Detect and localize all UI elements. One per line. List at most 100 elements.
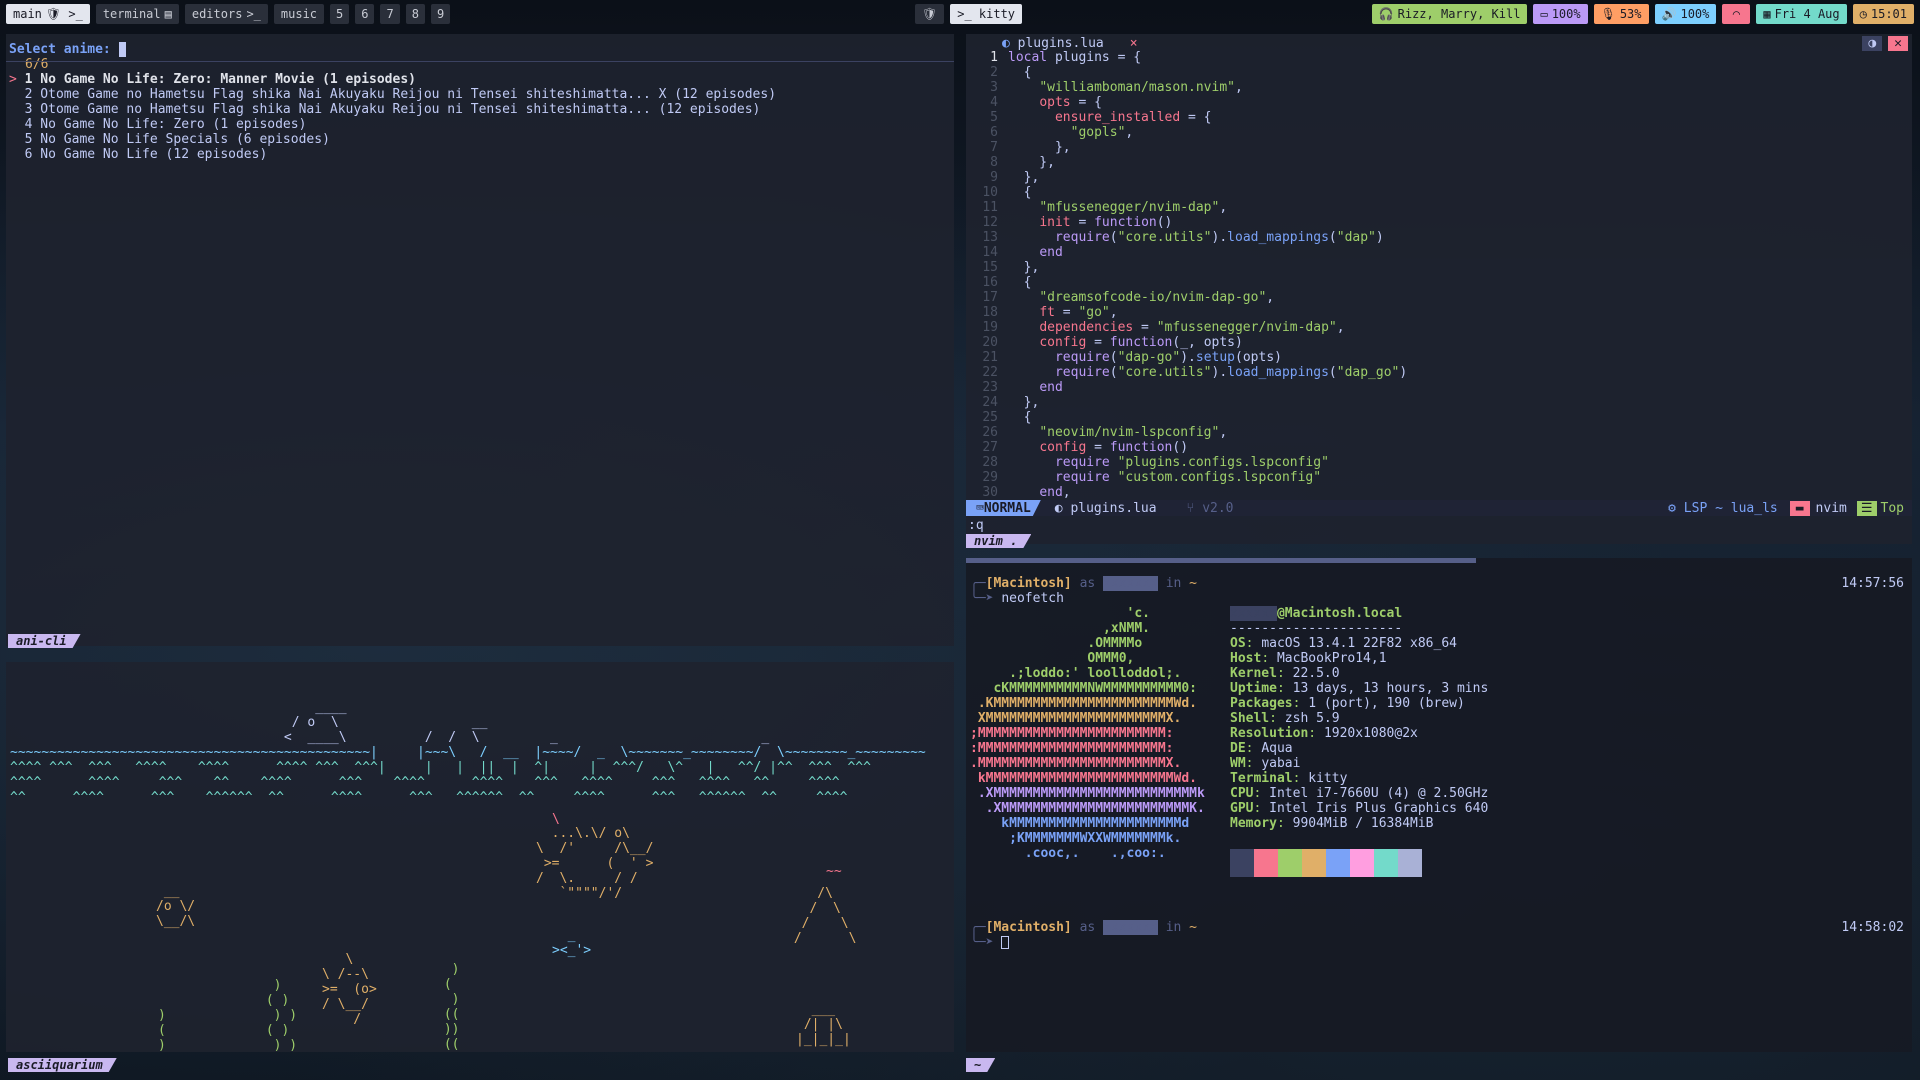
code-text: ft = "go", <box>1039 305 1118 320</box>
workspace-5[interactable]: 5 <box>330 4 350 24</box>
code-line[interactable]: 28 require "plugins.configs.lspconfig" <box>966 455 1407 470</box>
code-line[interactable]: 9 }, <box>966 170 1407 185</box>
date-status[interactable]: ▦ Fri 4 Aug <box>1756 4 1847 24</box>
close-icon[interactable]: ✕ <box>1888 35 1908 51</box>
theme-toggle-icon[interactable]: ◑ <box>1862 35 1883 51</box>
info-row: GPU: Intel Iris Plus Graphics 640 <box>1230 801 1489 816</box>
battery-status[interactable]: ▭ 100% <box>1533 4 1588 24</box>
workspace-6[interactable]: 6 <box>355 4 375 24</box>
code-line[interactable]: 30 end, <box>966 485 1407 500</box>
list-item[interactable]: 4 No Game No Life: Zero (1 episodes) <box>9 117 776 132</box>
code-line[interactable]: 4 opts = { <box>966 95 1407 110</box>
code-line[interactable]: 18 ft = "go", <box>966 305 1407 320</box>
list-item[interactable]: 2 Otome Game no Hametsu Flag shika Nai A… <box>9 87 776 102</box>
crab-top: ~~ <box>826 864 842 879</box>
active-app-kitty[interactable]: >_ kitty <box>950 4 1023 24</box>
info-value: 1 (port), 190 (brew) <box>1308 696 1465 711</box>
code-line[interactable]: 3 "williamboman/mason.nvim", <box>966 80 1407 95</box>
pane-scroll-indicator <box>966 558 1476 563</box>
workspace-editors[interactable]: editors >_ <box>184 4 268 24</box>
code-text: require("core.utils").load_mappings("dap… <box>1054 230 1384 245</box>
list-item-label: 5 No Game No Life Specials (6 episodes) <box>24 132 330 147</box>
code-line[interactable]: 21 require("dap-go").setup(opts) <box>966 350 1407 365</box>
seaweed-1: ) ( ) <box>158 1008 166 1052</box>
ani-cli-content: Select anime: 6/6 > 1 No Game No Life: Z… <box>9 42 776 162</box>
ani-cli-pane[interactable]: Select anime: 6/6 > 1 No Game No Life: Z… <box>6 34 954 646</box>
code-line[interactable]: 24 }, <box>966 395 1407 410</box>
ani-count: 6/6 <box>25 57 49 72</box>
nvim-buffer[interactable]: 1 local plugins = {2 {3 "williamboman/mas… <box>966 50 1407 500</box>
input-line[interactable]: ╰─➤ <box>970 935 1010 950</box>
code-line[interactable]: 14 end <box>966 245 1407 260</box>
workspace-music[interactable]: music <box>273 4 325 24</box>
line-number: 13 <box>982 230 998 245</box>
workspace-terminal[interactable]: terminal ▤ <box>95 4 179 24</box>
volume-status[interactable]: 🔊 100% <box>1654 4 1717 24</box>
command-text: neofetch <box>1001 591 1064 606</box>
code-line[interactable]: 6 "gopls", <box>966 125 1407 140</box>
list-item[interactable]: 6 No Game No Life (12 episodes) <box>9 147 776 162</box>
bluetooth-status[interactable]: 🎧 Rizz, Marry, Kill <box>1371 4 1528 24</box>
code-line[interactable]: 29 require "custom.configs.lspconfig" <box>966 470 1407 485</box>
code-line[interactable]: 5 ensure_installed = { <box>966 110 1407 125</box>
logo-line: OMMM0, <box>970 651 1135 666</box>
code-line[interactable]: 16 { <box>966 275 1407 290</box>
code-line[interactable]: 13 require("core.utils").load_mappings("… <box>966 230 1407 245</box>
time-status[interactable]: ◷ 15:01 <box>1852 4 1914 24</box>
code-line[interactable]: 20 config = function(_, opts) <box>966 335 1407 350</box>
code-line[interactable]: 19 dependencies = "mfussenegger/nvim-dap… <box>966 320 1407 335</box>
close-tab-button[interactable]: × <box>1130 36 1138 51</box>
list-item[interactable]: > 1 No Game No Life: Zero: Manner Movie … <box>9 72 776 87</box>
workspace-8[interactable]: 8 <box>405 4 425 24</box>
tab-plugins-lua[interactable]: ◐ plugins.lua <box>966 36 1112 51</box>
asciiquarium-pane[interactable]: ____ / o \ __ < ____\ / / \ _ _ ~~~~~~~~~… <box>6 662 954 1052</box>
vim-icon: ⌨ <box>976 500 984 516</box>
nvim-pane[interactable]: ◐ plugins.lua × ◑ ✕ 1 local plugins = {2 … <box>966 34 1912 544</box>
wifi-status[interactable]: ◠ <box>1722 4 1751 24</box>
shield-icon[interactable]: 🛡 <box>915 4 945 24</box>
code-text: require "custom.configs.lspconfig" <box>1054 470 1322 485</box>
code-line[interactable]: 22 require("core.utils").load_mappings("… <box>966 365 1407 380</box>
code-line[interactable]: 8 }, <box>966 155 1407 170</box>
list-item[interactable]: 5 No Game No Life Specials (6 episodes) <box>9 132 776 147</box>
logo-line: .;loddo:' loolloddol;. <box>970 666 1182 681</box>
logo-line: kMMMMMMMMMMMMMMMMMMMMMMMMWd. <box>970 771 1197 786</box>
code-text: config = function() <box>1039 440 1189 455</box>
nvim-cmdline[interactable]: :q <box>968 518 984 533</box>
code-line[interactable]: 15 }, <box>966 260 1407 275</box>
water-line: ^^^^ ^^^^ ^^^ ^^ ^^^^ ^^^ ^^^^ ^^^^ ^^^ … <box>10 775 840 790</box>
logo-line: ;KMMMMMMMWXXWMMMMMMMk. <box>970 831 1182 846</box>
list-item[interactable]: 3 Otome Game no Hametsu Flag shika Nai A… <box>9 102 776 117</box>
code-line[interactable]: 11 "mfussenegger/nvim-dap", <box>966 200 1407 215</box>
info-row: Host: MacBookPro14,1 <box>1230 651 1387 666</box>
nvim-statusline: ⌨ NORMAL ◐ plugins.lua ⑂ v2.0 ⚙ LSP ~ lu… <box>966 500 1912 516</box>
apple-logo-ascii: 'c. ,xNMM. .OMMMMo OMMM0, .;loddo:' lool… <box>970 606 1205 861</box>
divider <box>6 61 954 62</box>
line-number: 28 <box>982 455 998 470</box>
workspace-9[interactable]: 9 <box>430 4 451 24</box>
info-row: CPU: Intel i7-7660U (4) @ 2.50GHz <box>1230 786 1489 801</box>
code-line[interactable]: 26 "neovim/nvim-lspconfig", <box>966 425 1407 440</box>
line-number: 5 <box>990 110 998 125</box>
info-key: Resolution <box>1230 726 1309 741</box>
line-number: 23 <box>982 380 998 395</box>
water-line: ____ <box>10 700 347 715</box>
code-line[interactable]: 1 local plugins = { <box>966 50 1407 65</box>
workspace-7[interactable]: 7 <box>380 4 400 24</box>
line-number: 16 <box>982 275 998 290</box>
code-line[interactable]: 2 { <box>966 65 1407 80</box>
code-line[interactable]: 10 { <box>966 185 1407 200</box>
mic-status[interactable]: 🎙 53% <box>1593 4 1649 24</box>
code-text: config = function(_, opts) <box>1039 335 1243 350</box>
terminal-pane[interactable]: ╭─[Macintosh] as xxxxxxx in ~ 14:57:56 ╰… <box>966 558 1912 1052</box>
line-number: 19 <box>982 320 998 335</box>
status-file-label: plugins.lua <box>1070 500 1157 516</box>
code-line[interactable]: 27 config = function() <box>966 440 1407 455</box>
code-line[interactable]: 7 }, <box>966 140 1407 155</box>
code-line[interactable]: 17 "dreamsofcode-io/nvim-dap-go", <box>966 290 1407 305</box>
code-line[interactable]: 23 end <box>966 380 1407 395</box>
code-line[interactable]: 25 { <box>966 410 1407 425</box>
code-line[interactable]: 12 init = function() <box>966 215 1407 230</box>
workspace-main[interactable]: main 🛡 >_ <box>6 4 90 24</box>
logo-line: ,xNMM. <box>970 621 1151 636</box>
